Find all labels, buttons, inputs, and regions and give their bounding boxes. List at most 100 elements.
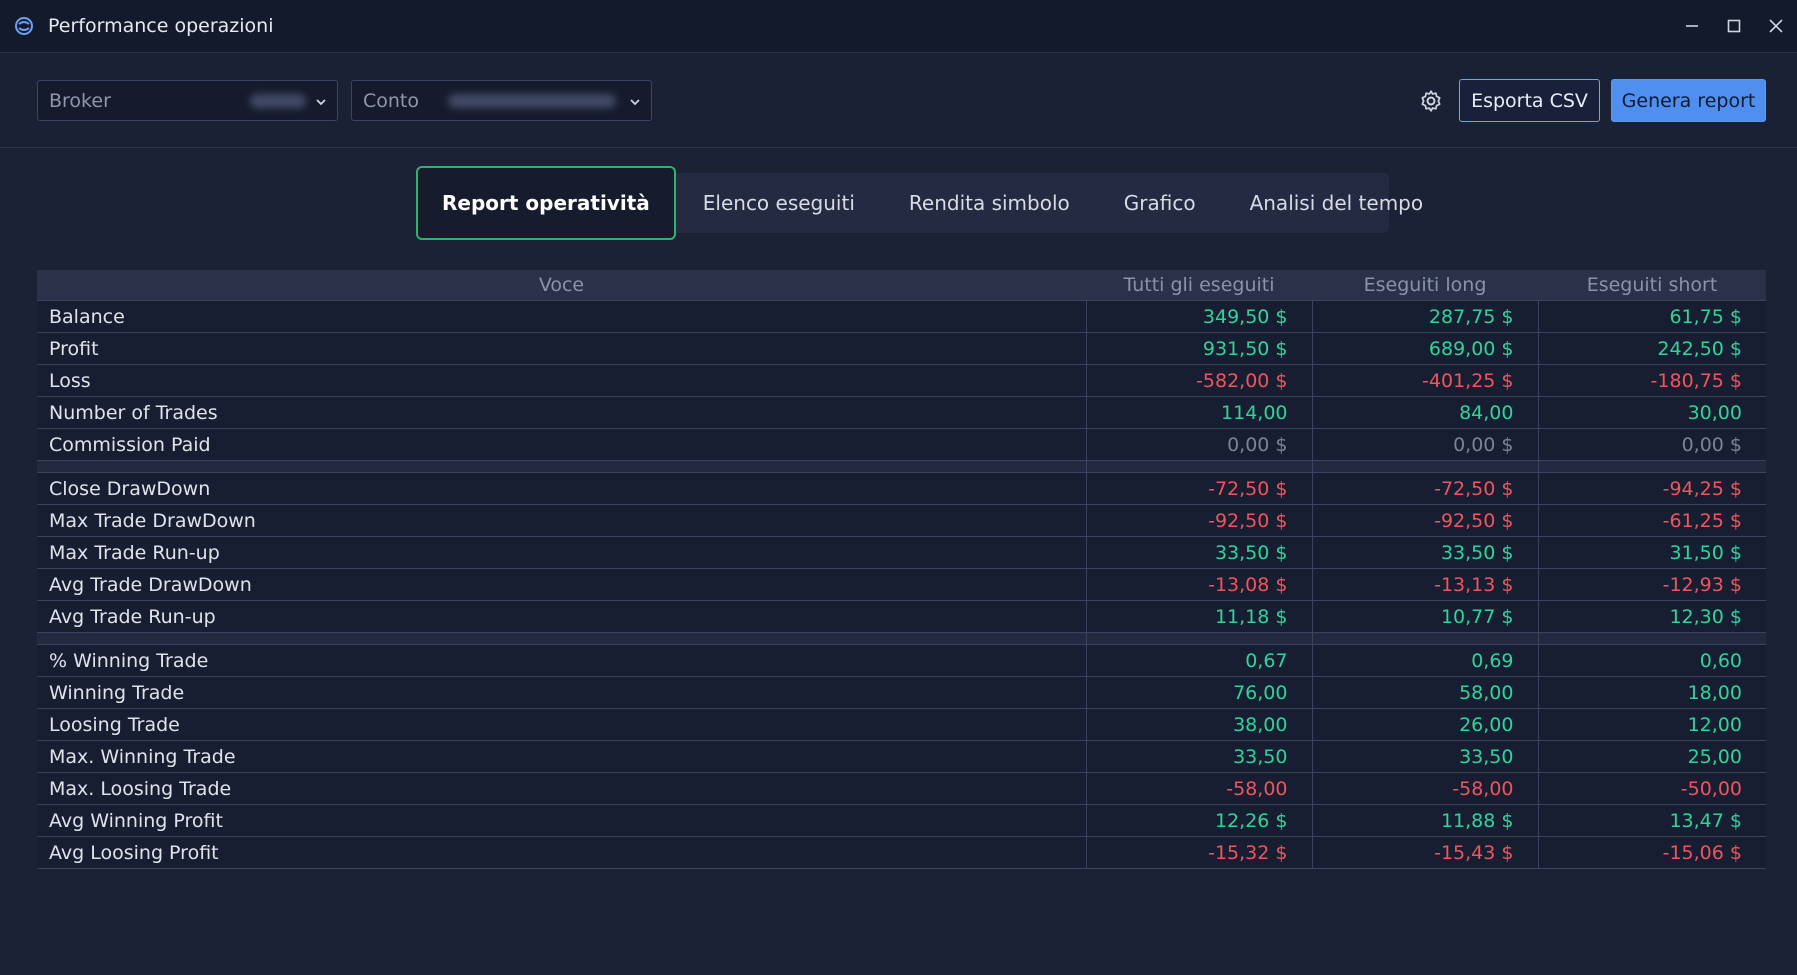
value-long: 33,50 [1312, 740, 1539, 773]
gear-icon[interactable] [1418, 88, 1444, 114]
value-all: 12,26 $ [1086, 804, 1313, 837]
broker-label: Broker [49, 89, 111, 112]
table-header-row: Voce Tutti gli eseguiti Eseguiti long Es… [37, 270, 1766, 301]
table-row[interactable]: Avg Trade Run-up 11,18 $10,77 $12,30 $ [37, 600, 1766, 633]
value-long: -401,25 $ [1312, 364, 1539, 397]
value-all: -582,00 $ [1086, 364, 1313, 397]
row-label: Avg Trade DrawDown [37, 568, 1087, 601]
minimize-icon[interactable] [1671, 0, 1713, 52]
chevron-down-icon [629, 91, 641, 113]
value-long: -13,13 $ [1312, 568, 1539, 601]
row-label: Number of Trades [37, 396, 1087, 429]
column-header-tutti[interactable]: Tutti gli eseguiti [1086, 270, 1312, 301]
app-logo-icon [12, 14, 36, 38]
table-row[interactable]: Commission Paid 0,00 $0,00 $0,00 $ [37, 428, 1766, 461]
window-title: Performance operazioni [48, 15, 274, 37]
value-short: -12,93 $ [1538, 568, 1766, 601]
chevron-down-icon [315, 91, 327, 113]
table-row[interactable]: Avg Trade DrawDown -13,08 $ -13,13 $ -12,93… [37, 568, 1766, 601]
row-label: Avg Loosing Profit [37, 836, 1087, 869]
tab-bar: Report operatività Elenco eseguiti Rendi… [416, 166, 1423, 240]
report-body: Balance 349,50 $287,75 $61,75 $ Profit 931,… [37, 300, 1766, 869]
separator-cell [1312, 632, 1539, 645]
value-all: 0,00 $ [1086, 428, 1313, 461]
value-short: 12,00 [1538, 708, 1766, 741]
table-row[interactable]: Loss -582,00 $ -401,25 $ -180,75 $ [37, 364, 1766, 397]
table-row[interactable]: Number of Trades 114,00 84,00 30,00 [37, 396, 1766, 429]
column-header-short[interactable]: Eseguiti short [1538, 270, 1766, 301]
table-row[interactable]: Avg Winning Profit 12,26 $11,88 $13,47 $ [37, 804, 1766, 837]
row-label: Avg Winning Profit [37, 804, 1087, 837]
toolbar: Broker Conto Esporta CSV Genera report [0, 53, 1797, 148]
table-row[interactable]: Max Trade DrawDown -92,50 $ -92,50 $ -61,25… [37, 504, 1766, 537]
group-separator [37, 460, 1766, 473]
value-long: -58,00 [1312, 772, 1539, 805]
value-long: 11,88 $ [1312, 804, 1539, 837]
value-all: 0,67 [1086, 644, 1313, 677]
separator-cell [1086, 632, 1313, 645]
table-row[interactable]: Loosing Trade 38,00 26,00 12,00 [37, 708, 1766, 741]
value-all: 76,00 [1086, 676, 1313, 709]
value-short: -180,75 $ [1538, 364, 1766, 397]
value-all: -15,32 $ [1086, 836, 1313, 869]
table-row[interactable]: Avg Loosing Profit -15,32 $ -15,43 $ -15,06… [37, 836, 1766, 869]
value-long: 26,00 [1312, 708, 1539, 741]
account-select[interactable]: Conto [351, 80, 652, 121]
value-all: -92,50 $ [1086, 504, 1313, 537]
value-long: 0,00 $ [1312, 428, 1539, 461]
separator-cell [1086, 460, 1313, 473]
value-long: 33,50 $ [1312, 536, 1539, 569]
table-row[interactable]: Max. Winning Trade 33,50 33,50 25,00 [37, 740, 1766, 773]
value-short: 242,50 $ [1538, 332, 1766, 365]
value-short: -50,00 [1538, 772, 1766, 805]
column-header-voce[interactable]: Voce [37, 270, 1086, 301]
table-row[interactable]: % Winning Trade 0,67 0,69 0,60 [37, 644, 1766, 677]
value-short: -15,06 $ [1538, 836, 1766, 869]
value-all: -72,50 $ [1086, 472, 1313, 505]
row-label: % Winning Trade [37, 644, 1087, 677]
title-bar: Performance operazioni [0, 0, 1797, 53]
tab-rendita-simbolo[interactable]: Rendita simbolo [882, 173, 1097, 233]
row-label: Max Trade Run-up [37, 536, 1087, 569]
generate-report-button[interactable]: Genera report [1611, 79, 1766, 122]
group-separator [37, 632, 1766, 645]
table-row[interactable]: Profit 931,50 $689,00 $242,50 $ [37, 332, 1766, 365]
value-long: -15,43 $ [1312, 836, 1539, 869]
tab-elenco-eseguiti[interactable]: Elenco eseguiti [676, 173, 882, 233]
row-label: Loss [37, 364, 1087, 397]
separator-cell [1538, 632, 1766, 645]
value-short: 18,00 [1538, 676, 1766, 709]
separator-cell [1312, 460, 1539, 473]
broker-select[interactable]: Broker [37, 80, 338, 121]
export-csv-button[interactable]: Esporta CSV [1459, 79, 1600, 122]
tab-report-operativita[interactable]: Report operatività [416, 166, 676, 240]
row-label: Close DrawDown [37, 472, 1087, 505]
table-row[interactable]: Max Trade Run-up 33,50 $33,50 $31,50 $ [37, 536, 1766, 569]
value-long: -92,50 $ [1312, 504, 1539, 537]
table-row[interactable]: Balance 349,50 $287,75 $61,75 $ [37, 300, 1766, 333]
value-all: 33,50 $ [1086, 536, 1313, 569]
table-row[interactable]: Winning Trade 76,00 58,00 18,00 [37, 676, 1766, 709]
value-short: 12,30 $ [1538, 600, 1766, 633]
row-label: Max Trade DrawDown [37, 504, 1087, 537]
column-header-long[interactable]: Eseguiti long [1312, 270, 1538, 301]
value-long: 58,00 [1312, 676, 1539, 709]
table-row[interactable]: Max. Loosing Trade -58,00 -58,00 -50,00 [37, 772, 1766, 805]
row-label: Commission Paid [37, 428, 1087, 461]
value-short: 13,47 $ [1538, 804, 1766, 837]
value-long: 689,00 $ [1312, 332, 1539, 365]
maximize-icon[interactable] [1713, 0, 1755, 52]
value-all: -58,00 [1086, 772, 1313, 805]
broker-value-redacted [250, 94, 306, 108]
value-all: 33,50 [1086, 740, 1313, 773]
close-icon[interactable] [1755, 0, 1797, 52]
value-all: 38,00 [1086, 708, 1313, 741]
report-table: Voce Tutti gli eseguiti Eseguiti long Es… [37, 270, 1766, 869]
value-short: 0,60 [1538, 644, 1766, 677]
row-label: Max. Winning Trade [37, 740, 1087, 773]
value-long: -72,50 $ [1312, 472, 1539, 505]
value-short: 30,00 [1538, 396, 1766, 429]
tab-analisi-del-tempo[interactable]: Analisi del tempo [1223, 173, 1451, 233]
tab-grafico[interactable]: Grafico [1097, 173, 1223, 233]
table-row[interactable]: Close DrawDown -72,50 $ -72,50 $ -94,25 $ [37, 472, 1766, 505]
